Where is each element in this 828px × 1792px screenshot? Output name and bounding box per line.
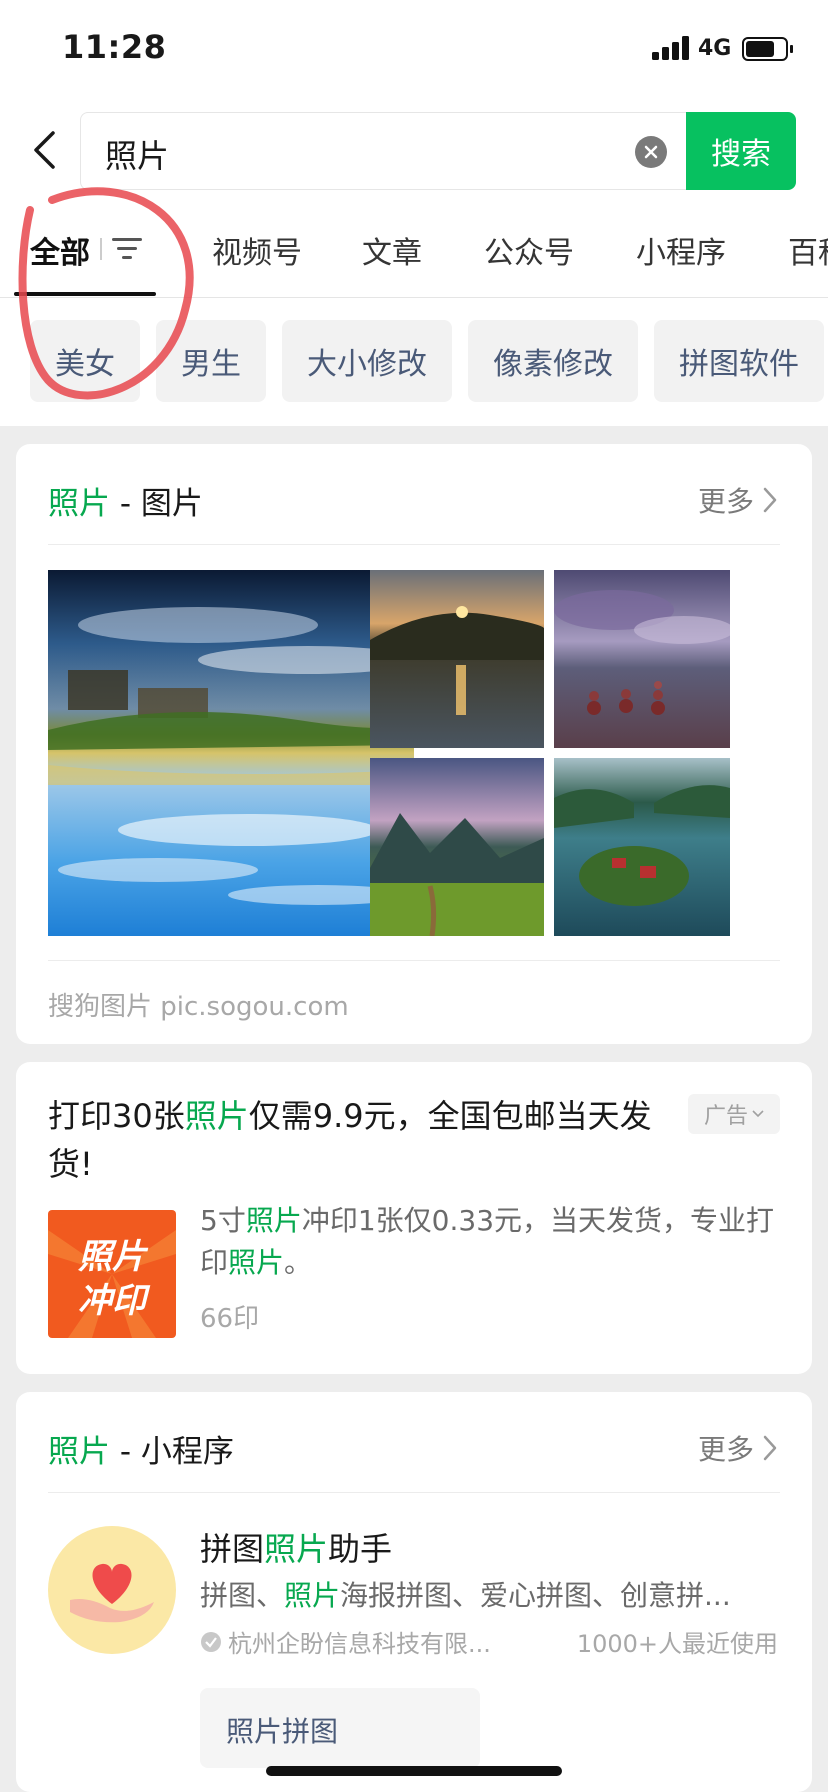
ad-description: 5寸照片冲印1张仅0.33元，当天发货，专业打印照片。 (200, 1204, 775, 1279)
home-indicator (266, 1766, 562, 1776)
verified-icon (201, 1631, 221, 1652)
svg-text:冲印: 冲印 (78, 1281, 151, 1321)
back-button[interactable] (22, 126, 66, 174)
tab-encyclopedia[interactable]: 百科 (788, 228, 828, 272)
chevron-right-icon (763, 487, 777, 513)
ad-badge-label: 广告 (703, 1104, 748, 1129)
battery-icon (742, 37, 793, 61)
result-image[interactable] (370, 758, 544, 936)
status-bar: 11:28 4G (0, 0, 828, 100)
recent-users: 1000+人最近使用 (576, 1630, 778, 1658)
chip[interactable]: 拼图软件 (654, 320, 824, 402)
tab-official-accounts[interactable]: 公众号 (484, 228, 574, 272)
more-label: 更多 (697, 1433, 754, 1466)
divider (48, 960, 780, 961)
more-label: 更多 (697, 485, 754, 518)
tab-channels[interactable]: 视频号 (212, 228, 302, 272)
tab-all[interactable]: 全部 (30, 228, 90, 272)
image-source[interactable]: 搜狗图片 pic.sogou.com (48, 986, 349, 1023)
ad-badge[interactable]: 广告 (688, 1094, 780, 1134)
mini-program-card: 照片 - 小程序 更多 拼图照片助手 拼图、照片海报拼图、爱心拼图、创意拼...… (16, 1392, 812, 1792)
more-link[interactable]: 更多 (698, 480, 778, 520)
chip[interactable]: 男生 (156, 320, 266, 402)
search-header: 照片 搜索 (0, 100, 828, 200)
tab-articles[interactable]: 文章 (362, 228, 422, 272)
more-link[interactable]: 更多 (698, 1428, 778, 1468)
card-title: 照片 - 小程序 (48, 1434, 234, 1470)
result-image[interactable] (48, 570, 414, 936)
clear-button[interactable] (635, 136, 667, 168)
result-image[interactable] (554, 758, 730, 936)
active-tab-indicator (14, 292, 156, 296)
status-time: 11:28 (62, 28, 167, 66)
developer-name: 杭州企盼信息科技有限... (228, 1630, 491, 1658)
search-query[interactable]: 照片 (105, 131, 169, 177)
card-title: 照片 - 图片 (48, 486, 203, 522)
svg-text:照片: 照片 (78, 1237, 149, 1277)
mini-program-name[interactable]: 拼图照片助手 (200, 1524, 392, 1570)
chip[interactable]: 像素修改 (468, 320, 638, 402)
search-button[interactable]: 搜索 (686, 112, 796, 190)
tab-divider (100, 238, 102, 260)
image-results-card: 照片 - 图片 更多 搜狗图片 pic.sogou.com (16, 444, 812, 1044)
ad-brand: 66印 (200, 1304, 260, 1334)
suggestion-chips: 美女 男生 大小修改 像素修改 拼图软件 (0, 298, 828, 426)
ad-card[interactable]: 打印30张照片仅需9.9元，全国包邮当天发货! 广告 照片 冲印 5寸照片冲印1… (16, 1062, 812, 1374)
chevron-down-icon (752, 1110, 764, 1118)
ad-title[interactable]: 打印30张照片仅需9.9元，全国包邮当天发货! (48, 1092, 688, 1188)
result-image[interactable] (370, 570, 544, 748)
close-icon (644, 145, 658, 159)
chevron-left-icon (34, 131, 55, 169)
chevron-right-icon (763, 1435, 777, 1461)
search-input[interactable]: 照片 (80, 112, 686, 190)
mini-program-icon[interactable] (48, 1526, 176, 1654)
battery-level (746, 41, 774, 57)
ad-logo: 照片 冲印 (48, 1210, 176, 1338)
chip[interactable]: 大小修改 (282, 320, 452, 402)
result-image[interactable] (554, 570, 730, 748)
signal-icon (652, 36, 692, 60)
divider (48, 544, 780, 545)
chip[interactable]: 美女 (30, 320, 140, 402)
filter-icon[interactable] (112, 236, 142, 262)
mini-program-developer: 杭州企盼信息科技有限... (200, 1624, 491, 1659)
network-type: 4G (698, 36, 732, 61)
divider (48, 1492, 780, 1493)
tab-mini-programs[interactable]: 小程序 (636, 228, 726, 272)
service-link[interactable]: 照片拼图 (200, 1688, 480, 1768)
mini-program-description: 拼图、照片海报拼图、爱心拼图、创意拼... (200, 1579, 731, 1612)
category-tabs: 全部 视频号 文章 公众号 小程序 百科 (0, 200, 828, 298)
